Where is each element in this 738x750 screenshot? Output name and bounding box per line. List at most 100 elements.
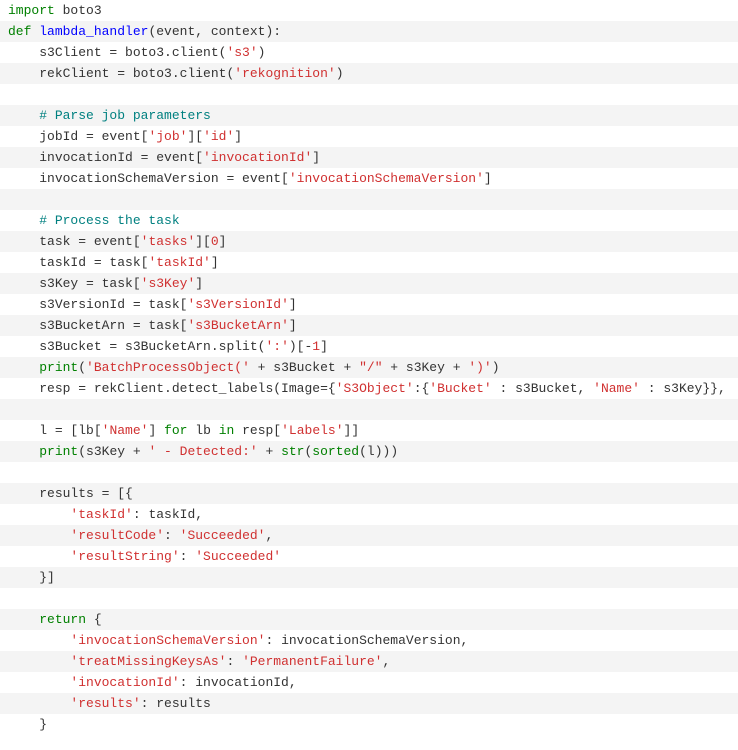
code-token: 'invocationId' xyxy=(203,150,312,165)
code-token: in xyxy=(219,423,235,438)
code-token: ) xyxy=(258,45,266,60)
code-line xyxy=(0,462,738,483)
code-token: 'Labels' xyxy=(281,423,343,438)
code-line: print(s3Key + ' - Detected:' + str(sorte… xyxy=(0,441,738,462)
code-token: results = [{ xyxy=(39,486,133,501)
code-token: invocationSchemaVersion = event[ xyxy=(39,171,289,186)
code-token: + s3Bucket + xyxy=(250,360,359,375)
code-line: 'invocationId': invocationId, xyxy=(0,672,738,693)
code-token: l = [lb[ xyxy=(39,423,101,438)
code-token: , xyxy=(383,654,391,669)
code-token: 'PermanentFailure' xyxy=(242,654,382,669)
code-token: 'S3Object' xyxy=(336,381,414,396)
code-token: ] xyxy=(211,255,219,270)
code-line: s3Bucket = s3BucketArn.split(':')[-1] xyxy=(0,336,738,357)
code-line xyxy=(0,84,738,105)
code-token: (event, context): xyxy=(148,24,281,39)
code-token: invocationId = event[ xyxy=(39,150,203,165)
code-line: 'taskId': taskId, xyxy=(0,504,738,525)
code-token: # Parse job parameters xyxy=(39,108,211,123)
code-line: l = [lb['Name'] for lb in resp['Labels']… xyxy=(0,420,738,441)
code-token: 'rekognition' xyxy=(234,66,335,81)
code-line: s3VersionId = task['s3VersionId'] xyxy=(0,294,738,315)
code-token: str xyxy=(281,444,304,459)
code-token: : invocationId, xyxy=(180,675,297,690)
code-line: 'treatMissingKeysAs': 'PermanentFailure'… xyxy=(0,651,738,672)
code-token: sorted xyxy=(312,444,359,459)
code-token: task = event[ xyxy=(39,234,140,249)
code-token: 'Bucket' xyxy=(429,381,491,396)
code-line: }] xyxy=(0,567,738,588)
code-token: ] xyxy=(289,297,297,312)
code-block: import boto3 def lambda_handler(event, co… xyxy=(0,0,738,735)
code-line: taskId = task['taskId'] xyxy=(0,252,738,273)
code-line: 'invocationSchemaVersion': invocationSch… xyxy=(0,630,738,651)
code-line: s3Client = boto3.client('s3') xyxy=(0,42,738,63)
code-token: { xyxy=(86,612,102,627)
code-token: 'resultString' xyxy=(70,549,179,564)
code-token: 's3Key' xyxy=(141,276,196,291)
code-line: 'results': results xyxy=(0,693,738,714)
code-line: } xyxy=(0,714,738,735)
code-token: return xyxy=(39,612,86,627)
code-line: import boto3 xyxy=(0,0,738,21)
code-token: : s3Key}}, xyxy=(640,381,726,396)
code-token: 'BatchProcessObject(' xyxy=(86,360,250,375)
code-token: s3Key = task[ xyxy=(39,276,140,291)
code-token: } xyxy=(39,717,47,732)
code-line: return { xyxy=(0,609,738,630)
code-token: + xyxy=(258,444,281,459)
code-token: rekClient = boto3.client( xyxy=(39,66,234,81)
code-token: ] xyxy=(234,129,242,144)
code-token: : xyxy=(226,654,242,669)
code-token: ] xyxy=(148,423,164,438)
code-line: invocationId = event['invocationId'] xyxy=(0,147,738,168)
code-token: def xyxy=(8,24,31,39)
code-token: import xyxy=(8,3,55,18)
code-line: resp = rekClient.detect_labels(Image={'S… xyxy=(0,378,738,399)
code-token: "/" xyxy=(359,360,382,375)
code-token: : xyxy=(180,549,196,564)
code-token: ':' xyxy=(265,339,288,354)
code-token: 's3VersionId' xyxy=(187,297,288,312)
code-line: s3Key = task['s3Key'] xyxy=(0,273,738,294)
code-token: ] xyxy=(312,150,320,165)
code-token: ( xyxy=(78,360,86,375)
code-line: # Parse job parameters xyxy=(0,105,738,126)
code-line: jobId = event['job']['id'] xyxy=(0,126,738,147)
code-line: task = event['tasks'][0] xyxy=(0,231,738,252)
code-token: ) xyxy=(336,66,344,81)
code-line xyxy=(0,399,738,420)
code-line: invocationSchemaVersion = event['invocat… xyxy=(0,168,738,189)
code-line xyxy=(0,189,738,210)
code-token: : invocationSchemaVersion, xyxy=(265,633,468,648)
code-token: )[- xyxy=(289,339,312,354)
code-token: (s3Key + xyxy=(78,444,148,459)
code-line xyxy=(0,588,738,609)
code-token: (l))) xyxy=(359,444,398,459)
code-token: 'invocationSchemaVersion' xyxy=(289,171,484,186)
code-token: resp[ xyxy=(234,423,281,438)
code-token: ] xyxy=(195,276,203,291)
code-token: # Process the task xyxy=(39,213,179,228)
code-token: s3Bucket = s3BucketArn.split( xyxy=(39,339,265,354)
code-token: 'Name' xyxy=(102,423,149,438)
code-token: : s3Bucket, xyxy=(492,381,593,396)
code-token: ] xyxy=(289,318,297,333)
code-token: 'Succeeded' xyxy=(180,528,266,543)
code-token: print xyxy=(39,444,78,459)
code-line: 'resultCode': 'Succeeded', xyxy=(0,525,738,546)
code-token: }] xyxy=(39,570,55,585)
code-token: lambda_handler xyxy=(39,24,148,39)
code-token: :{ xyxy=(414,381,430,396)
code-line: 'resultString': 'Succeeded' xyxy=(0,546,738,567)
code-token: 'taskId' xyxy=(70,507,132,522)
code-token: ] xyxy=(484,171,492,186)
code-token: 'taskId' xyxy=(148,255,210,270)
code-token: : results xyxy=(141,696,211,711)
code-token: ][ xyxy=(195,234,211,249)
code-line: s3BucketArn = task['s3BucketArn'] xyxy=(0,315,738,336)
code-token: ' - Detected:' xyxy=(148,444,257,459)
code-token: 'Name' xyxy=(593,381,640,396)
code-token: ] xyxy=(320,339,328,354)
